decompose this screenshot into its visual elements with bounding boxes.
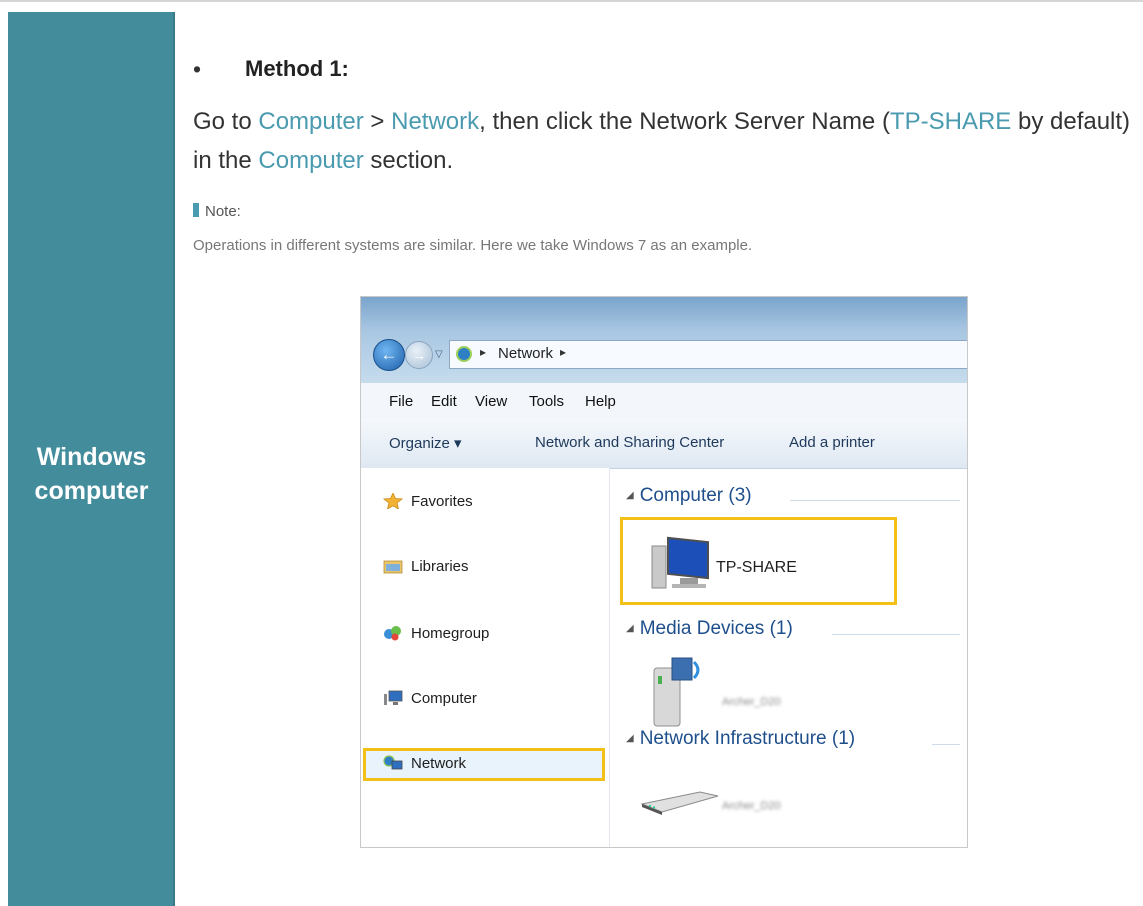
group-media-devices[interactable]: ◢ Media Devices (1) — [626, 618, 793, 640]
nav-libraries[interactable]: Libraries — [383, 554, 469, 580]
group-computer[interactable]: ◢ Computer (3) — [626, 485, 752, 507]
group-divider — [932, 744, 960, 745]
method-title: Method 1: — [245, 56, 349, 81]
nav-favorites[interactable]: Favorites — [383, 489, 473, 515]
computer-device-icon — [651, 536, 709, 589]
network-sharing-center-button[interactable]: Network and Sharing Center — [535, 434, 724, 451]
router-icon — [640, 791, 719, 815]
nav-network[interactable]: Network — [383, 751, 466, 777]
back-button[interactable]: ← — [373, 339, 405, 371]
main-content: • Method 1: Go to Computer > Network, th… — [193, 0, 1143, 906]
link-computer[interactable]: Computer — [258, 108, 363, 135]
instruction-text: Go to Computer > Network, then click the… — [193, 108, 1131, 174]
navigation-pane: Favorites Libraries Homegroup Computer N… — [361, 468, 610, 847]
library-icon — [383, 560, 403, 574]
infra-device-name[interactable]: Archer_D20 — [722, 800, 781, 812]
note-heading: Note: — [193, 203, 241, 220]
sidebar-label: Windows computer — [34, 443, 149, 505]
back-arrow-icon: ← — [380, 345, 398, 364]
explorer-screenshot: ← → ▽ ▸ Network ▸ File Edit View Tools H… — [360, 296, 968, 848]
link-computer-section[interactable]: Computer — [258, 147, 363, 174]
forward-arrow-icon: → — [412, 347, 426, 363]
breadcrumb-arrow-icon: ▸ — [480, 345, 487, 359]
organize-button[interactable]: Organize ▾ — [389, 434, 462, 452]
nav-computer[interactable]: Computer — [383, 686, 477, 712]
command-bar: Organize ▾ Network and Sharing Center Ad… — [361, 419, 967, 469]
add-printer-button[interactable]: Add a printer — [789, 434, 875, 451]
bookmark-icon — [193, 203, 199, 217]
menu-view[interactable]: View — [475, 393, 507, 410]
forward-button[interactable]: → — [405, 341, 433, 369]
nav-homegroup[interactable]: Homegroup — [383, 621, 489, 647]
note-text: Operations in different systems are simi… — [193, 237, 753, 254]
breadcrumb-arrow-icon[interactable]: ▸ — [560, 345, 566, 359]
collapse-triangle-icon: ◢ — [626, 623, 634, 634]
media-device-icon — [653, 657, 700, 727]
homegroup-icon — [384, 626, 401, 641]
menu-help[interactable]: Help — [585, 393, 616, 410]
bullet: • — [193, 56, 202, 82]
menu-bar: File Edit View Tools Help — [361, 383, 967, 420]
collapse-triangle-icon: ◢ — [626, 490, 634, 501]
content-pane: ◢ Computer (3) TP-SHARE ◢ Media Devices (1… — [610, 468, 967, 847]
sidebar-panel: Windows computer — [8, 12, 175, 906]
link-tp-share[interactable]: TP-SHARE — [890, 108, 1011, 135]
address-bar[interactable]: ▸ Network ▸ — [449, 340, 967, 369]
menu-file[interactable]: File — [389, 393, 413, 410]
group-network-infrastructure[interactable]: ◢ Network Infrastructure (1) — [626, 728, 855, 750]
collapse-triangle-icon: ◢ — [626, 733, 634, 744]
group-divider — [790, 500, 960, 501]
network-icon — [383, 755, 403, 770]
explorer-titlebar: ← → ▽ ▸ Network ▸ — [361, 297, 967, 383]
media-device-name[interactable]: Archer_D20 — [722, 696, 781, 708]
computer-icon — [384, 690, 403, 705]
address-crumb[interactable]: Network — [498, 345, 553, 362]
network-icon — [456, 346, 472, 362]
menu-edit[interactable]: Edit — [431, 393, 457, 410]
tp-share-item[interactable]: TP-SHARE — [716, 559, 797, 577]
link-network[interactable]: Network — [391, 108, 479, 135]
menu-tools[interactable]: Tools — [529, 393, 564, 410]
star-icon — [383, 493, 403, 509]
history-dropdown-icon[interactable]: ▽ — [435, 349, 443, 360]
group-divider — [832, 634, 960, 635]
